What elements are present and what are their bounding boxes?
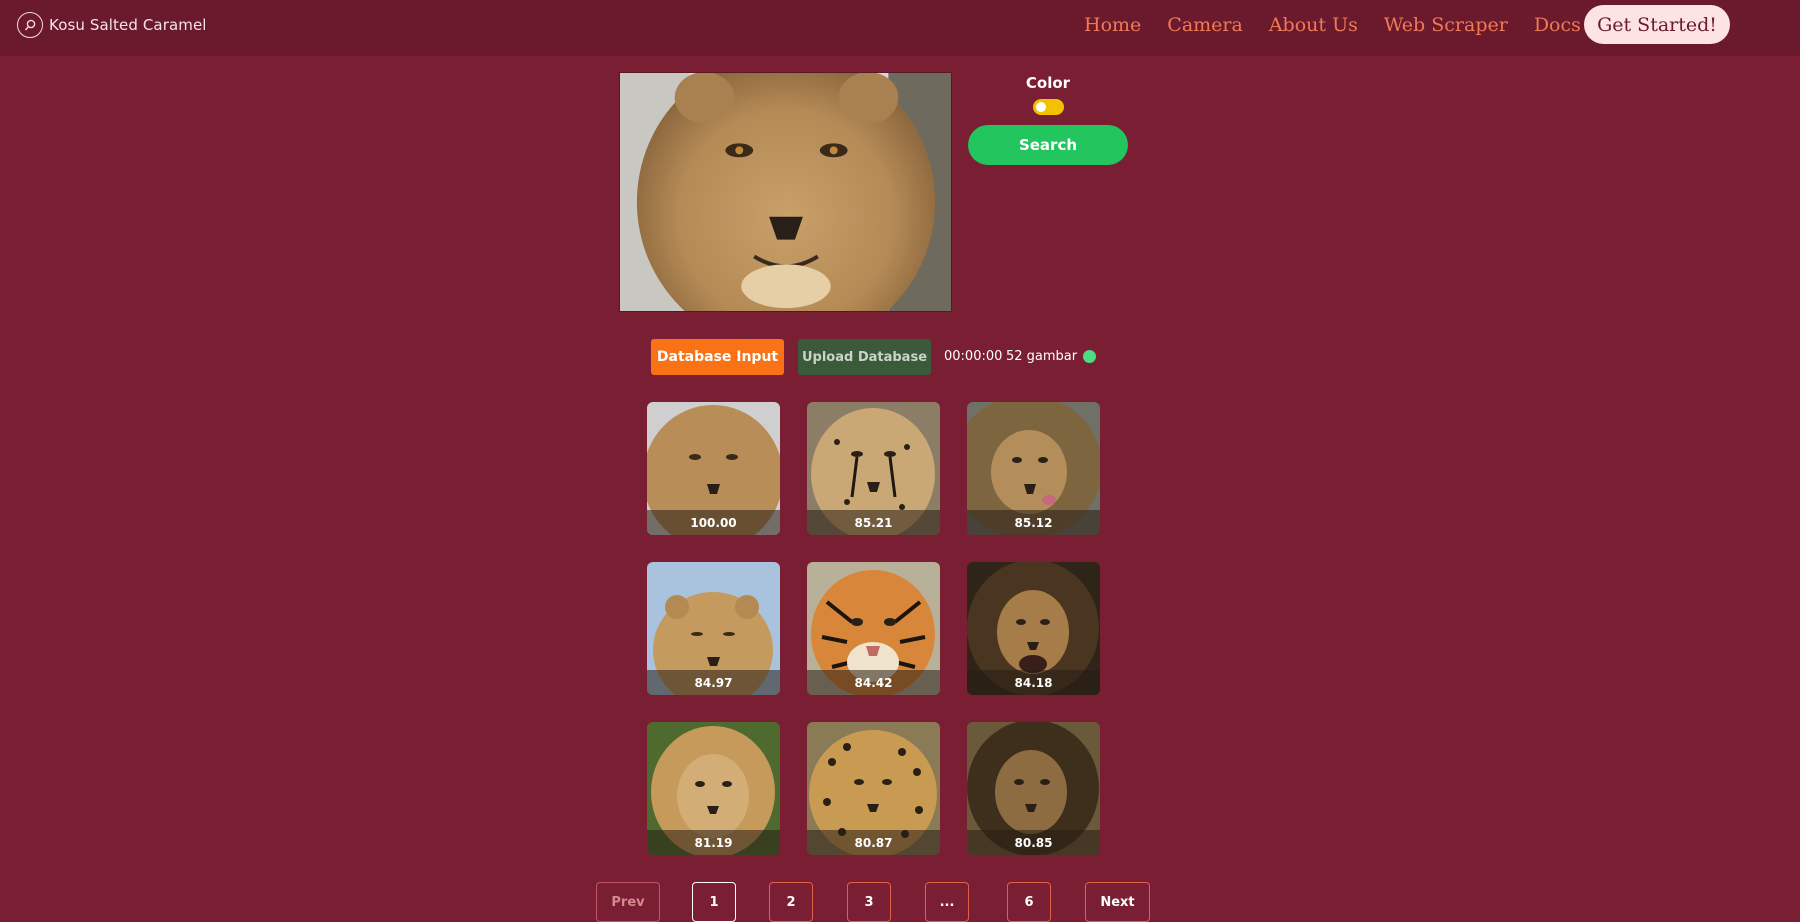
search-button[interactable]: Search	[968, 125, 1128, 165]
color-toggle[interactable]	[1033, 99, 1064, 115]
page-button-3[interactable]: 3	[847, 882, 891, 922]
result-card[interactable]: 80.85	[967, 722, 1100, 855]
get-started-button[interactable]: Get Started!	[1584, 5, 1730, 44]
nav-link-web-scraper[interactable]: Web Scraper	[1384, 14, 1508, 36]
results-grid: 100.00 85.21 85.12 84.97 84.42 84.18 81.…	[647, 402, 1100, 855]
result-card[interactable]: 84.42	[807, 562, 940, 695]
database-input-button[interactable]: Database Input	[651, 339, 784, 375]
result-card[interactable]: 84.97	[647, 562, 780, 695]
result-card[interactable]: 80.87	[807, 722, 940, 855]
result-card[interactable]: 85.12	[967, 402, 1100, 535]
next-button[interactable]: Next	[1085, 882, 1150, 922]
page-button-6[interactable]: 6	[1007, 882, 1051, 922]
image-count: 52 gambar	[1006, 349, 1078, 364]
page-button-1[interactable]: 1	[692, 882, 736, 922]
upload-database-button[interactable]: Upload Database	[798, 339, 931, 375]
color-label: Color	[1025, 74, 1071, 92]
toggle-knob	[1036, 102, 1046, 112]
nav-link-camera[interactable]: Camera	[1167, 14, 1243, 36]
result-card[interactable]: 84.18	[967, 562, 1100, 695]
result-score: 81.19	[647, 830, 780, 855]
query-image[interactable]	[619, 72, 952, 312]
result-score: 84.97	[647, 670, 780, 695]
navbar: Kosu Salted Caramel Home Camera About Us…	[0, 0, 1800, 56]
nav-links: Home Camera About Us Web Scraper Docs	[1084, 10, 1607, 40]
brand[interactable]: Kosu Salted Caramel	[17, 12, 207, 38]
prev-button[interactable]: Prev	[596, 882, 660, 922]
lollipop-icon	[17, 12, 43, 38]
result-card[interactable]: 81.19	[647, 722, 780, 855]
nav-link-home[interactable]: Home	[1084, 14, 1141, 36]
page-ellipsis: ...	[925, 882, 969, 922]
result-score: 84.18	[967, 670, 1100, 695]
result-score: 84.42	[807, 670, 940, 695]
status-dot	[1083, 350, 1096, 363]
timer: 00:00:00	[944, 349, 1003, 364]
nav-link-docs[interactable]: Docs	[1534, 14, 1581, 36]
nav-link-about-us[interactable]: About Us	[1269, 14, 1358, 36]
result-score: 80.85	[967, 830, 1100, 855]
result-card[interactable]: 100.00	[647, 402, 780, 535]
result-score: 80.87	[807, 830, 940, 855]
brand-name: Kosu Salted Caramel	[49, 16, 207, 34]
result-score: 85.12	[967, 510, 1100, 535]
page-button-2[interactable]: 2	[769, 882, 813, 922]
result-score: 85.21	[807, 510, 940, 535]
result-card[interactable]: 85.21	[807, 402, 940, 535]
result-score: 100.00	[647, 510, 780, 535]
